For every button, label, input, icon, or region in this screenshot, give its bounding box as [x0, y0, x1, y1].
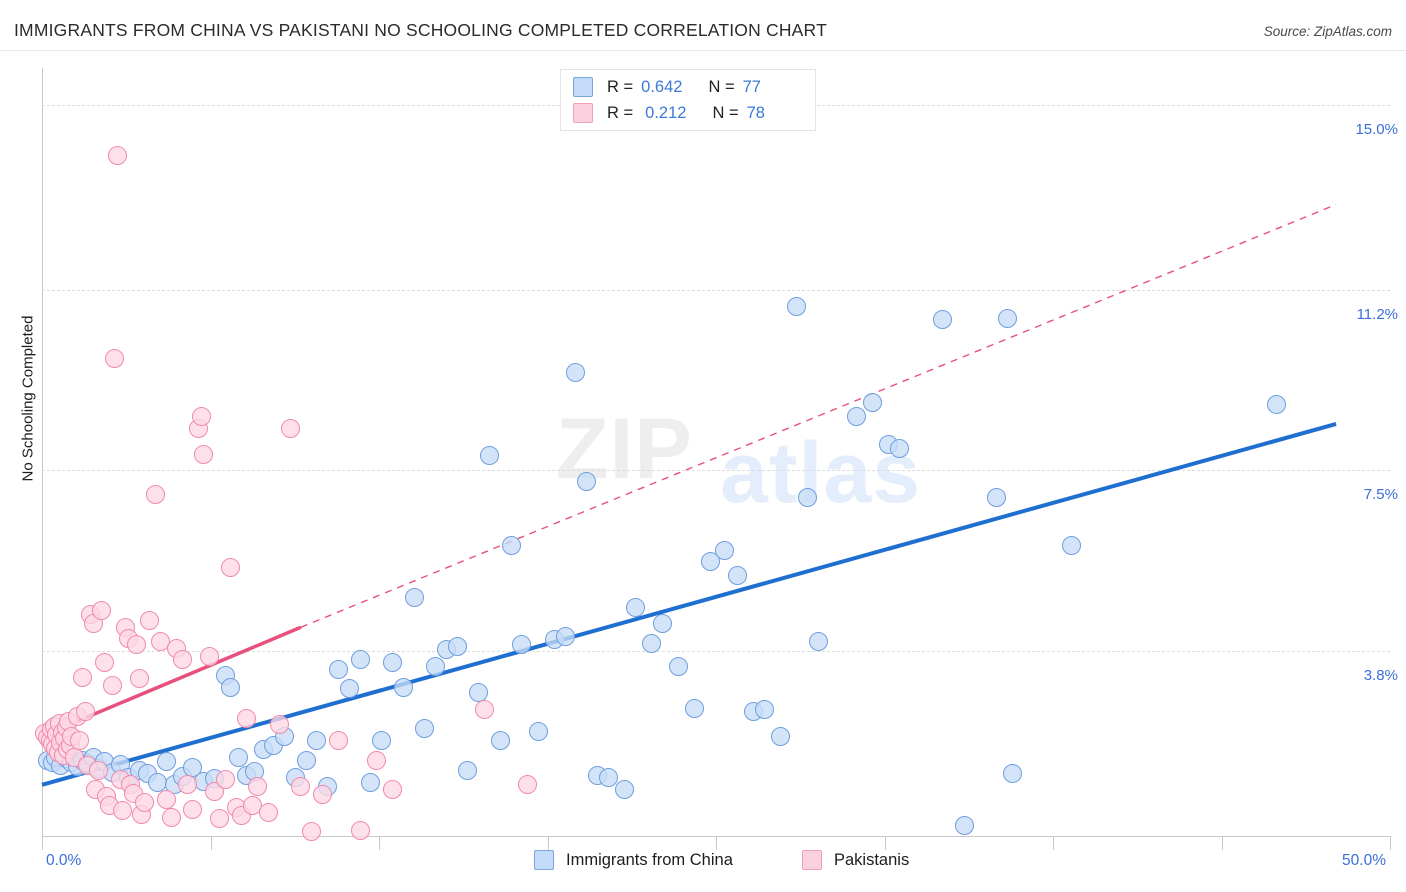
scatter-point-china[interactable]: [458, 760, 478, 780]
scatter-point-china[interactable]: [598, 767, 618, 787]
scatter-point-pakistanis[interactable]: [350, 820, 370, 840]
scatter-point-pakistanis[interactable]: [105, 348, 125, 368]
n-label-pakistanis: N =: [712, 103, 739, 122]
n-value-china: 77: [742, 77, 761, 96]
scatter-point-pakistanis[interactable]: [191, 407, 211, 427]
legend-item-pakistanis[interactable]: Pakistanis: [790, 850, 909, 870]
legend-label-china: Immigrants from China: [566, 850, 733, 869]
legend-swatch-pakistanis-icon: [802, 850, 822, 870]
x-axis-tick-label: 50.0%: [1342, 852, 1386, 869]
scatter-point-china[interactable]: [652, 614, 672, 634]
scatter-point-china[interactable]: [668, 656, 688, 676]
scatter-point-china[interactable]: [393, 677, 413, 697]
scatter-point-china[interactable]: [447, 637, 467, 657]
x-axis-tick: [42, 836, 43, 850]
source-attribution: Source: ZipAtlas.com: [1263, 24, 1392, 39]
scatter-point-china[interactable]: [501, 536, 521, 556]
x-axis-tick: [1053, 836, 1054, 850]
scatter-point-china[interactable]: [329, 659, 349, 679]
scatter-point-china[interactable]: [221, 677, 241, 697]
x-axis-tick: [1390, 836, 1391, 850]
r-label-pakistanis: R =: [607, 103, 634, 122]
swatch-china-icon: [573, 77, 593, 97]
correlation-stats-legend: R = 0.642 N = 77 R = 0.212 N = 78: [560, 69, 816, 131]
swatch-pakistanis-icon: [573, 103, 593, 123]
scatter-point-pakistanis[interactable]: [312, 785, 332, 805]
scatter-point-china[interactable]: [555, 626, 575, 646]
legend-label-pakistanis: Pakistanis: [834, 850, 910, 869]
page-title: IMMIGRANTS FROM CHINA VS PAKISTANI NO SC…: [14, 20, 827, 40]
scatter-point-china[interactable]: [296, 750, 316, 770]
scatter-point-china[interactable]: [932, 309, 952, 329]
legend-item-china[interactable]: Immigrants from China: [522, 850, 733, 870]
scatter-point-china[interactable]: [986, 487, 1006, 507]
r-value-china: 0.642: [641, 77, 683, 96]
scatter-point-pakistanis[interactable]: [280, 419, 300, 439]
scatter-point-pakistanis[interactable]: [269, 715, 289, 735]
scatter-point-pakistanis[interactable]: [94, 653, 114, 673]
scatter-point-china[interactable]: [954, 815, 974, 835]
scatter-point-pakistanis[interactable]: [258, 803, 278, 823]
x-axis-tick: [884, 836, 886, 850]
scatter-point-pakistanis[interactable]: [161, 807, 181, 827]
scatter-point-china[interactable]: [625, 598, 645, 618]
y-axis-title: No Schooling Completed: [19, 315, 37, 482]
x-axis-tick-label: 0.0%: [46, 852, 82, 869]
scatter-point-china[interactable]: [684, 698, 704, 718]
scatter-point-pakistanis[interactable]: [366, 750, 386, 770]
header-divider: [0, 50, 1406, 51]
scatter-point-china[interactable]: [339, 679, 359, 699]
stats-row-pakistanis: R = 0.212 N = 78: [573, 100, 765, 126]
scatter-point-china[interactable]: [641, 633, 661, 653]
scatter-point-pakistanis[interactable]: [291, 776, 311, 796]
scatter-point-china[interactable]: [889, 438, 909, 458]
scatter-point-pakistanis[interactable]: [75, 702, 95, 722]
scatter-point-pakistanis[interactable]: [129, 669, 149, 689]
scatter-point-china[interactable]: [469, 682, 489, 702]
scatter-point-pakistanis[interactable]: [102, 676, 122, 696]
r-label-china: R =: [607, 77, 634, 96]
scatter-point-china[interactable]: [997, 308, 1017, 328]
scatter-point-pakistanis[interactable]: [145, 485, 165, 505]
scatter-point-pakistanis[interactable]: [302, 821, 322, 841]
stats-row-china: R = 0.642 N = 77: [573, 74, 761, 100]
x-axis-tick: [210, 836, 212, 850]
scatter-point-china[interactable]: [862, 392, 882, 412]
scatter-point-china[interactable]: [404, 587, 424, 607]
scatter-point-china[interactable]: [156, 752, 176, 772]
scatter-point-china[interactable]: [350, 649, 370, 669]
x-axis-tick: [1221, 836, 1223, 850]
scatter-point-pakistanis[interactable]: [156, 789, 176, 809]
n-value-pakistanis: 78: [746, 103, 765, 122]
scatter-point-china[interactable]: [614, 780, 634, 800]
r-value-pakistanis: 0.212: [645, 103, 687, 122]
legend-swatch-china-icon: [534, 850, 554, 870]
scatter-point-china[interactable]: [798, 487, 818, 507]
scatter-point-china[interactable]: [577, 471, 597, 491]
scatter-point-china[interactable]: [755, 699, 775, 719]
scatter-point-pakistanis[interactable]: [474, 699, 494, 719]
n-label-china: N =: [708, 77, 735, 96]
scatter-point-china[interactable]: [1003, 764, 1023, 784]
scatter-point-pakistanis[interactable]: [517, 775, 537, 795]
scatter-point-pakistanis[interactable]: [89, 760, 109, 780]
x-axis-tick: [379, 836, 380, 850]
scatter-point-pakistanis[interactable]: [172, 649, 192, 669]
scatter-point-china[interactable]: [426, 656, 446, 676]
scatter-point-china[interactable]: [771, 726, 791, 746]
scatter-point-china[interactable]: [714, 541, 734, 561]
x-axis-tick: [547, 836, 549, 850]
scatter-point-china[interactable]: [728, 565, 748, 585]
scatter-point-pakistanis[interactable]: [91, 601, 111, 621]
scatter-point-pakistanis[interactable]: [199, 647, 219, 667]
x-axis-tick: [716, 836, 717, 850]
scatter-point-pakistanis[interactable]: [382, 780, 402, 800]
scatter-point-china[interactable]: [846, 407, 866, 427]
scatter-point-china[interactable]: [528, 721, 548, 741]
scatter-point-pakistanis[interactable]: [248, 776, 268, 796]
scatter-point-pakistanis[interactable]: [72, 668, 92, 688]
